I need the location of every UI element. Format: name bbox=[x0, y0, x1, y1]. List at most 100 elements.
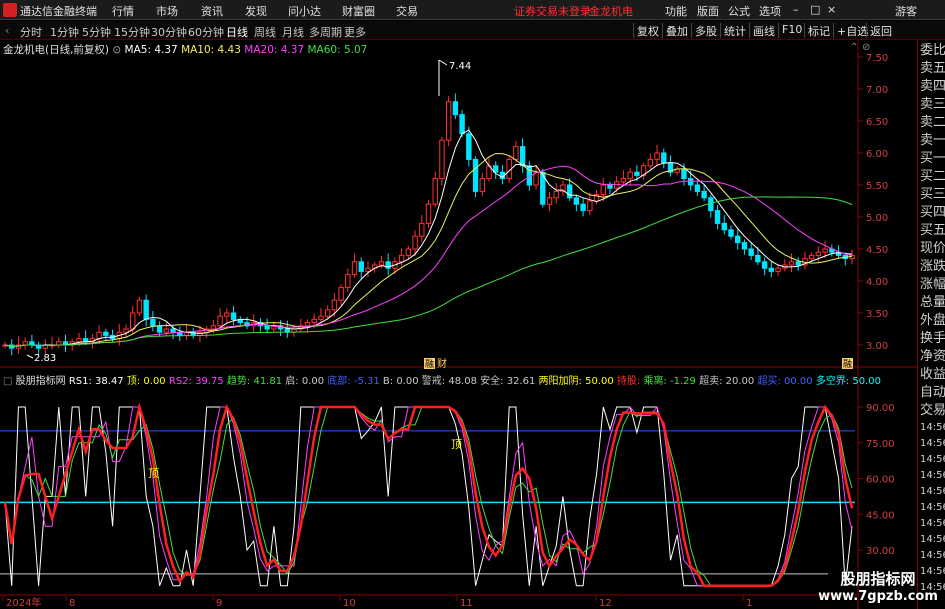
menu-options[interactable]: 选项 bbox=[759, 3, 781, 19]
event-marker-finance[interactable]: 财 bbox=[437, 357, 447, 370]
quote-field-label[interactable]: 净资 bbox=[920, 348, 945, 366]
maximize-button[interactable]: □ bbox=[810, 3, 820, 16]
candle-body bbox=[156, 325, 163, 333]
ma10-label: MA10: 4.43 bbox=[181, 44, 241, 56]
auto-trade-label[interactable]: 自动 bbox=[920, 384, 945, 402]
period-more[interactable]: 更多 bbox=[344, 24, 366, 40]
statistics-button[interactable]: 统计 bbox=[720, 23, 749, 38]
adjust-button[interactable]: 复权 bbox=[633, 23, 662, 38]
time-axis: 2024年 8 9 10 11 12 1 bbox=[2, 595, 752, 609]
period-1min[interactable]: 1分钟 bbox=[50, 24, 79, 40]
menu-quotes[interactable]: 行情 bbox=[112, 3, 134, 19]
candle-body bbox=[304, 322, 311, 327]
menu-formula[interactable]: 公式 bbox=[728, 3, 750, 19]
candle-body bbox=[425, 203, 432, 224]
quote-field-label[interactable]: 卖一 bbox=[920, 132, 945, 150]
minimize-button[interactable]: – bbox=[793, 3, 799, 16]
back-button[interactable]: 返回 bbox=[866, 23, 895, 38]
quote-field-label[interactable]: 卖五 bbox=[920, 60, 945, 78]
menu-market[interactable]: 市场 bbox=[156, 3, 178, 19]
ind-alert: 警戒: 48.08 bbox=[421, 376, 477, 387]
period-60min[interactable]: 60分钟 bbox=[188, 24, 224, 40]
period-5min[interactable]: 5分钟 bbox=[82, 24, 111, 40]
menu-layout[interactable]: 版面 bbox=[697, 3, 719, 19]
menu-ask[interactable]: 问小达 bbox=[288, 3, 321, 19]
ind-deviation: 乘离: -1.29 bbox=[643, 376, 696, 387]
candle-body bbox=[580, 203, 586, 212]
chart-canvas[interactable]: 7.50 7.00 6.50 6.00 5.50 5.00 4.50 4.00 3.50 3.00… bbox=[0, 40, 917, 609]
indicator-line-1 bbox=[4, 405, 853, 587]
quote-field-label[interactable]: 卖四 bbox=[920, 78, 945, 96]
quote-field-label[interactable]: 涨跌 bbox=[920, 258, 945, 276]
ma20-label: MA20: 4.37 bbox=[244, 44, 305, 56]
period-tick[interactable]: 分时 bbox=[20, 24, 42, 40]
quote-field-label[interactable]: 收益 bbox=[920, 366, 945, 384]
quote-field-label[interactable]: 卖三 bbox=[920, 96, 945, 114]
close-button[interactable]: × bbox=[827, 3, 836, 16]
candle-body bbox=[170, 328, 176, 333]
multi-stock-button[interactable]: 多股 bbox=[691, 23, 720, 38]
candle-body bbox=[472, 158, 479, 192]
menu-function[interactable]: 功能 bbox=[665, 3, 687, 19]
indicator-tick-label: 30.00 bbox=[866, 546, 895, 557]
period-15min[interactable]: 15分钟 bbox=[114, 24, 150, 40]
candle-body bbox=[607, 184, 613, 189]
quote-field-label[interactable]: 委比 bbox=[920, 42, 945, 60]
watermark-line2: www.7gpzb.com bbox=[818, 589, 938, 604]
candle-body bbox=[768, 267, 775, 272]
title-bar: 通达信金融终端 行情 市场 资讯 发现 问小达 财富圈 交易 证券交易未登录 金… bbox=[0, 0, 945, 20]
quote-side-panel: 委比 卖五 卖四 卖三 卖二 卖一 买一 买二 买三 买四 买五 现价 涨跌 涨幅 总量 外盘 换手 净资 收益 自动… bbox=[917, 40, 945, 609]
quote-field-label[interactable]: 外盘 bbox=[920, 312, 945, 330]
f10-button[interactable]: F10 bbox=[778, 23, 805, 38]
quote-field-label[interactable]: 现价 bbox=[920, 240, 945, 258]
quote-field-label[interactable]: 买一 bbox=[920, 150, 945, 168]
collapse-icon[interactable]: ⌃ bbox=[850, 42, 858, 53]
candle-body bbox=[210, 325, 217, 330]
menu-wealth[interactable]: 财富圈 bbox=[342, 3, 375, 19]
guest-label[interactable]: 游客 bbox=[895, 3, 917, 19]
time-tick-label: 11 bbox=[460, 598, 473, 609]
candle-body bbox=[217, 315, 223, 327]
quote-field-label[interactable]: 涨幅 bbox=[920, 276, 945, 294]
login-notice[interactable]: 证券交易未登录 bbox=[514, 3, 591, 19]
period-daily[interactable]: 日线 bbox=[226, 24, 248, 40]
menu-trade[interactable]: 交易 bbox=[396, 3, 418, 19]
quote-field-label[interactable]: 卖二 bbox=[920, 114, 945, 132]
period-multi[interactable]: 多周期 bbox=[309, 24, 342, 40]
quote-field-label[interactable]: 换手 bbox=[920, 330, 945, 348]
candle-body bbox=[123, 328, 129, 333]
overlay-button[interactable]: 叠加 bbox=[662, 23, 691, 38]
indicator-toggle-icon[interactable]: □ bbox=[3, 376, 12, 387]
ma5-label: MA5: 4.37 bbox=[124, 44, 178, 56]
auto-trade-label[interactable]: 交易 bbox=[920, 402, 945, 420]
app-title: 通达信金融终端 bbox=[20, 5, 97, 18]
quote-field-label[interactable]: 买三 bbox=[920, 186, 945, 204]
candle-body bbox=[419, 222, 425, 237]
candle-body bbox=[311, 318, 317, 324]
quote-field-label[interactable]: 买二 bbox=[920, 168, 945, 186]
menu-discover[interactable]: 发现 bbox=[245, 3, 267, 19]
candle-body bbox=[755, 254, 761, 263]
chevron-left-icon[interactable]: ‹ bbox=[5, 24, 9, 37]
mark-button[interactable]: 标记 bbox=[804, 23, 833, 38]
indicator-name[interactable]: 股朋指标网 bbox=[16, 376, 66, 387]
quote-field-label[interactable]: 买四 bbox=[920, 204, 945, 222]
draw-line-button[interactable]: 画线 bbox=[749, 23, 778, 38]
candle-body bbox=[445, 101, 452, 141]
candle-body bbox=[318, 315, 324, 320]
candle-body bbox=[634, 171, 640, 176]
candle-body bbox=[714, 210, 721, 224]
period-weekly[interactable]: 周线 bbox=[254, 24, 276, 40]
indicator-top-marker: 顶 bbox=[451, 438, 462, 451]
period-30min[interactable]: 30分钟 bbox=[151, 24, 187, 40]
zoom-icon[interactable]: ⊘ bbox=[862, 42, 870, 53]
candle-body bbox=[452, 101, 459, 116]
candle-body bbox=[432, 178, 438, 205]
candle-body bbox=[143, 299, 149, 320]
menu-news[interactable]: 资讯 bbox=[201, 3, 223, 19]
quote-field-label[interactable]: 买五 bbox=[920, 222, 945, 240]
period-monthly[interactable]: 月线 bbox=[282, 24, 304, 40]
high-label: 7.44 bbox=[449, 61, 471, 72]
quote-field-label[interactable]: 总量 bbox=[920, 294, 945, 312]
settings-gear-icon[interactable]: ⊙ bbox=[112, 44, 121, 56]
